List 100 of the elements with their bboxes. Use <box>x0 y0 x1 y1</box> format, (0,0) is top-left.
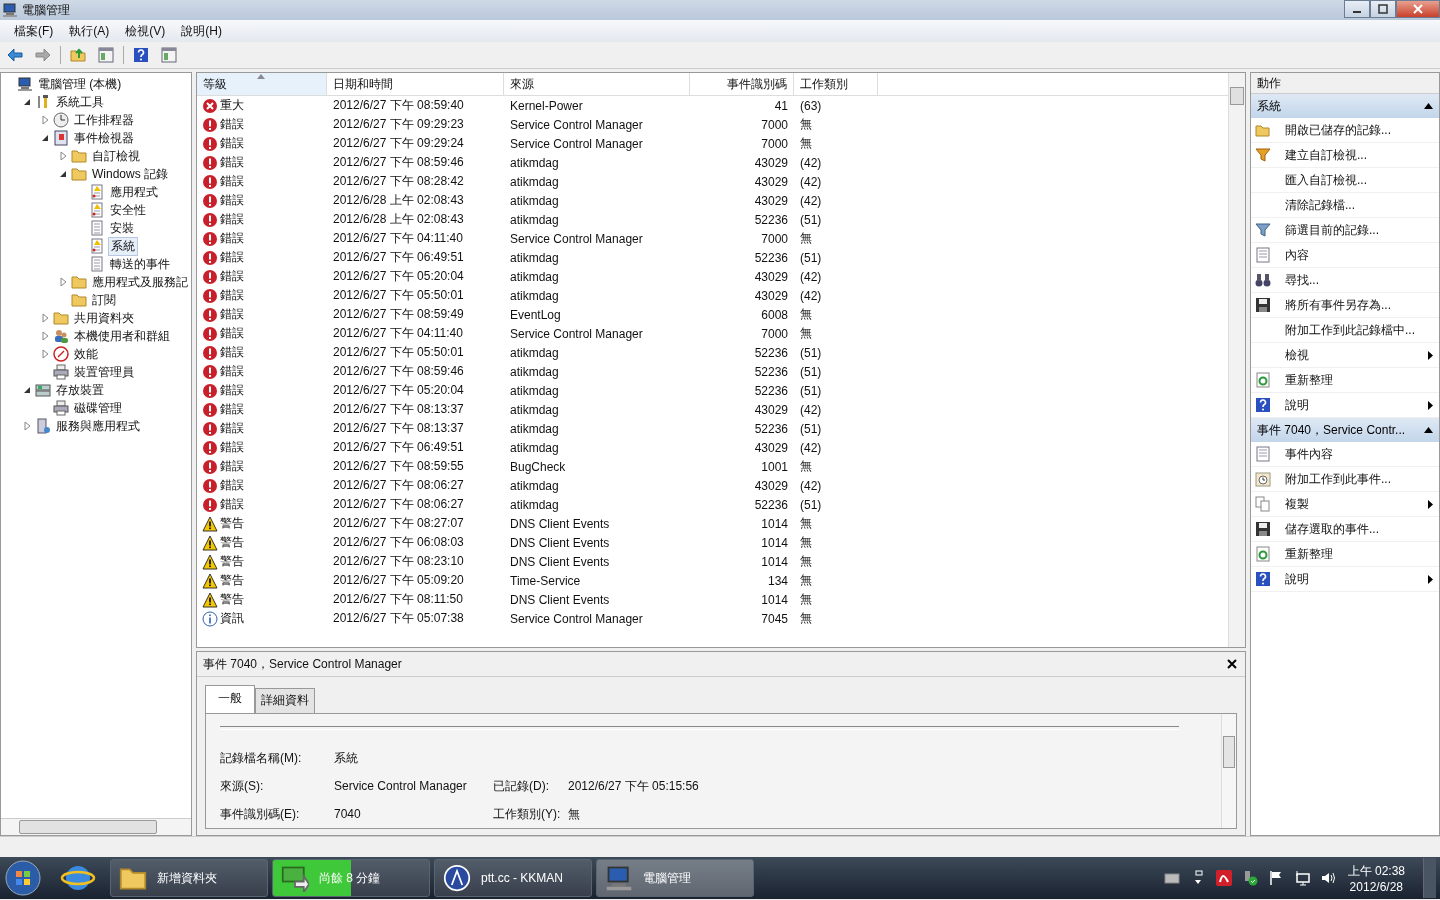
section-header[interactable]: 事件 7040，Service Contr... <box>1251 418 1439 442</box>
tree-item[interactable]: 應用程式 <box>108 183 160 201</box>
tree-item[interactable]: 系統工具 <box>54 93 106 111</box>
action-item[interactable]: 事件內容 <box>1251 442 1439 467</box>
action-item[interactable]: 尋找... <box>1251 268 1439 293</box>
tree-item[interactable]: 事件檢視器 <box>72 129 136 147</box>
expanded-arrow-icon[interactable] <box>40 133 50 143</box>
tree-item[interactable]: 安裝 <box>108 219 136 237</box>
minimize-icon <box>1353 11 1361 13</box>
antivirus-icon[interactable] <box>1215 870 1232 886</box>
collapsed-arrow-icon[interactable] <box>40 331 50 341</box>
action-item[interactable]: 建立自訂檢視... <box>1251 143 1439 168</box>
tree-item[interactable]: 服務與應用程式 <box>54 417 142 435</box>
table-cell: 錯誤 <box>220 154 244 171</box>
tree-item[interactable]: 安全性 <box>108 201 148 219</box>
flag-icon[interactable] <box>1267 870 1284 886</box>
gauge-icon <box>53 346 69 362</box>
action-item[interactable]: 檢視 <box>1251 343 1439 368</box>
expanded-arrow-icon[interactable] <box>22 385 32 395</box>
tree-item[interactable]: 應用程式及服務記 <box>90 273 190 291</box>
action-item[interactable]: 開啟已儲存的記錄... <box>1251 118 1439 143</box>
taskbar-button[interactable]: 新增資料夾 <box>110 859 268 897</box>
speaker-icon[interactable] <box>1319 870 1336 886</box>
server-icon <box>35 418 51 434</box>
collapsed-arrow-icon[interactable] <box>40 349 50 359</box>
expanded-arrow-icon[interactable] <box>22 97 32 107</box>
error-icon <box>202 496 218 513</box>
collapsed-arrow-icon[interactable] <box>58 277 68 287</box>
section-header[interactable]: 系統 <box>1251 94 1439 118</box>
toolbar-button[interactable] <box>158 44 180 66</box>
minimize-button[interactable] <box>1344 0 1370 18</box>
column-header[interactable]: 等級 <box>197 73 327 96</box>
column-header[interactable]: 日期和時間 <box>327 73 504 96</box>
toolbar-button[interactable] <box>95 44 117 66</box>
action-item[interactable]: 附加工作到此記錄檔中... <box>1251 318 1439 343</box>
menu-item[interactable]: 檔案(F) <box>6 20 62 42</box>
table-cell-text: 2012/6/27 下午 05:20:04 <box>332 382 465 399</box>
tree-item[interactable]: 共用資料夾 <box>72 309 136 327</box>
tree-item[interactable]: 本機使用者和群組 <box>72 327 172 345</box>
tree-item[interactable]: 轉送的事件 <box>108 255 172 273</box>
tab[interactable]: 詳細資料 <box>255 688 315 714</box>
collapsed-arrow-icon[interactable] <box>22 421 32 431</box>
table-cell-text: 2012/6/27 下午 06:49:51 <box>332 249 465 266</box>
action-item[interactable]: 匯入自訂檢視... <box>1251 168 1439 193</box>
tree-item[interactable]: Windows 記錄 <box>90 165 170 183</box>
close-button[interactable] <box>1225 657 1239 671</box>
taskbar-button[interactable]: 電腦管理 <box>596 859 754 897</box>
table-cell-text: 2012/6/27 下午 05:20:04 <box>332 268 465 285</box>
action-item[interactable]: 附加工作到此事件... <box>1251 467 1439 492</box>
column-header[interactable]: 工作類別 <box>794 73 878 96</box>
tree-item[interactable]: 電腦管理 (本機) <box>36 75 124 93</box>
tree-item[interactable]: 裝置管理員 <box>72 363 136 381</box>
vertical-scrollbar[interactable] <box>1221 714 1236 828</box>
column-header[interactable]: 來源 <box>504 73 690 96</box>
action-item[interactable]: 篩選目前的記錄... <box>1251 218 1439 243</box>
table-cell-text: DNS Client Events <box>509 515 611 533</box>
collapsed-arrow-icon[interactable] <box>40 313 50 323</box>
clock[interactable]: 上午 02:38 2012/6/28 <box>1347 862 1405 894</box>
tree-item[interactable]: 訂閱 <box>90 291 118 309</box>
collapsed-arrow-icon[interactable] <box>58 151 68 161</box>
table-cell: 重大 <box>220 97 244 114</box>
action-item[interactable]: 複製 <box>1251 492 1439 517</box>
table-cell: 錯誤 <box>220 211 244 228</box>
tree-item[interactable]: 自訂檢視 <box>90 147 142 165</box>
collapsed-arrow-icon[interactable] <box>40 115 50 125</box>
forward-arrow-icon <box>35 47 51 63</box>
menu-item[interactable]: 執行(A) <box>61 20 118 42</box>
taskbar-button[interactable]: ptt.cc - KKMAN <box>434 859 592 897</box>
action-item[interactable]: 重新整理 <box>1251 542 1439 567</box>
horizontal-scrollbar[interactable] <box>1 818 191 835</box>
table-cell-text: atikmdag <box>509 439 560 457</box>
tab[interactable]: 一般 <box>205 685 255 714</box>
action-item[interactable]: 重新整理 <box>1251 368 1439 393</box>
tree-item[interactable]: 系統 <box>108 236 138 256</box>
tree-item[interactable]: 磁碟管理 <box>72 399 124 417</box>
monitor-icon[interactable] <box>1293 870 1310 886</box>
field-label: 來源(S): <box>220 777 265 795</box>
tree-item[interactable]: 存放裝置 <box>54 381 106 399</box>
tree-item[interactable]: 工作排程器 <box>72 111 136 129</box>
submenu-arrow-icon <box>1428 499 1433 509</box>
action-item[interactable]: 儲存選取的事件... <box>1251 517 1439 542</box>
action-item[interactable]: 清除記錄檔... <box>1251 193 1439 218</box>
tree-item[interactable]: 效能 <box>72 345 100 363</box>
table-cell: 錯誤 <box>220 382 244 399</box>
vertical-scrollbar[interactable] <box>1228 73 1245 647</box>
menu-item[interactable]: 檢視(V) <box>117 20 174 42</box>
start-button[interactable] <box>4 859 42 897</box>
action-item[interactable]: 內容 <box>1251 243 1439 268</box>
expanded-arrow-icon[interactable] <box>58 169 68 179</box>
error-icon <box>202 192 218 209</box>
table-cell: 警告 <box>220 591 244 608</box>
column-header[interactable]: 事件識別碼 <box>690 73 794 96</box>
action-item[interactable]: 將所有事件另存為... <box>1251 293 1439 318</box>
table-cell-text: (51) <box>799 211 823 229</box>
menu-item[interactable]: 說明(H) <box>173 20 230 42</box>
maximize-button[interactable] <box>1370 0 1396 18</box>
action-item[interactable]: 說明 <box>1251 567 1439 592</box>
field-value: 無 <box>568 805 581 823</box>
table-cell-text: 無 <box>799 572 813 589</box>
close-icon <box>1225 657 1239 671</box>
